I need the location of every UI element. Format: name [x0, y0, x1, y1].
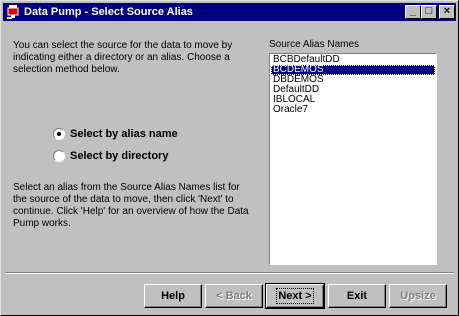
help-button[interactable]: Help [144, 284, 202, 308]
intro-text: You can select the source for the data t… [13, 40, 233, 75]
title-bar[interactable]: Data Pump - Select Source Alias _ □ × [3, 3, 456, 21]
radio-label-directory[interactable]: Select by directory [70, 149, 168, 163]
button-separator [5, 272, 454, 274]
help-text: Select an alias from the Source Alias Na… [13, 182, 249, 229]
radio-button-icon[interactable] [53, 128, 65, 140]
maximize-button[interactable]: □ [421, 5, 437, 19]
exit-button[interactable]: Exit [328, 284, 386, 308]
window-title: Data Pump - Select Source Alias [24, 6, 193, 18]
back-button[interactable]: < Back [205, 284, 263, 308]
data-pump-window: Data Pump - Select Source Alias _ □ × Yo… [0, 0, 459, 316]
radio-label-alias[interactable]: Select by alias name [70, 127, 178, 141]
source-alias-listbox[interactable]: BCBDefaultDD BCDEMOS DBDEMOS DefaultDD IBLOC… [269, 53, 437, 265]
alias-list-item[interactable]: Oracle7 [271, 105, 435, 115]
close-button[interactable]: × [439, 5, 455, 19]
radio-button-icon[interactable] [53, 150, 65, 162]
upsize-button[interactable]: Upsize [389, 284, 447, 308]
alias-list-caption: Source Alias Names [269, 39, 360, 50]
next-button[interactable]: Next > [265, 283, 325, 309]
data-pump-icon[interactable] [5, 4, 21, 20]
minimize-button[interactable]: _ [405, 5, 421, 19]
